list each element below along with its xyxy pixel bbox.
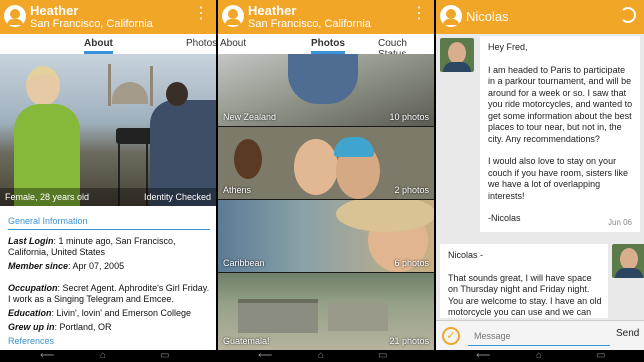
message-list: Hey Fred, I am headed to Paris to partic… — [436, 34, 644, 320]
general-info: General Information Last Login: 1 minute… — [0, 206, 216, 350]
recents-icon[interactable]: ▭ — [378, 351, 387, 361]
album-count: 2 photos — [394, 185, 429, 195]
info-row-grew-up: Grew up in: Portland, OR — [8, 322, 112, 332]
tab-bar: About Photos Couch Status — [218, 34, 434, 60]
back-icon[interactable]: ⟵ — [476, 351, 490, 361]
album-tile[interactable]: Guatemala! 21 photos — [218, 273, 434, 350]
info-row-last-login: Last Login: 1 minute ago, San Francisco,… — [8, 236, 176, 257]
compose-bar: ✓ Send — [436, 320, 644, 350]
refresh-icon[interactable] — [620, 7, 636, 23]
thread-title: Nicolas — [466, 9, 509, 24]
album-name: Guatemala! — [223, 336, 270, 346]
message-thread-panel: Nicolas Hey Fred, I am headed to Paris t… — [436, 0, 644, 350]
avatar[interactable] — [440, 38, 474, 72]
send-button[interactable]: Send — [616, 328, 639, 339]
back-icon[interactable]: ⟵ — [40, 351, 54, 361]
identity-badge: Identity Checked — [143, 192, 211, 202]
section-title: General Information — [8, 216, 210, 230]
profile-location: San Francisco, California — [30, 18, 153, 30]
person-icon[interactable] — [222, 5, 244, 27]
check-icon[interactable]: ✓ — [442, 327, 460, 345]
album-count: 10 photos — [389, 112, 429, 122]
recents-icon[interactable]: ▭ — [596, 351, 605, 361]
album-name: New Zealand — [223, 112, 277, 122]
profile-summary-bar: Female, 28 years old Identity Checked — [0, 188, 216, 206]
message-input[interactable] — [468, 326, 610, 346]
profile-location: San Francisco, California — [248, 18, 371, 30]
action-bar: Heather San Francisco, California ⋮ — [0, 0, 216, 34]
album-tile[interactable]: Athens 2 photos — [218, 127, 434, 199]
references-heading: References — [8, 336, 55, 346]
message-bubble: Nicolas - That sounds great, I will have… — [440, 244, 608, 318]
album-name: Caribbean — [223, 258, 265, 268]
album-count: 21 photos — [389, 336, 429, 346]
info-row-occupation: Occupation: Secret Agent. Aphrodite's Gi… — [8, 283, 210, 304]
tab-bar: About Photos — [0, 34, 216, 54]
album-name: Athens — [223, 185, 252, 195]
profile-photo[interactable]: Female, 28 years old Identity Checked — [0, 54, 216, 206]
home-icon[interactable]: ⌂ — [318, 351, 324, 361]
album-count: 6 photos — [394, 258, 429, 268]
photos-panel: Heather San Francisco, California ⋮ Abou… — [218, 0, 434, 350]
message-date: Jun 06 — [607, 217, 632, 227]
system-nav-bar: ⟵ ⌂ ▭ ⟵ ⌂ ▭ ⟵ ⌂ ▭ — [0, 350, 644, 362]
person-icon[interactable] — [4, 5, 26, 27]
action-bar: Nicolas — [436, 0, 644, 34]
tab-about[interactable]: About — [220, 38, 246, 49]
info-row-member-since: Member since: Apr 07, 2005 — [8, 261, 125, 271]
gender-age: Female, 28 years old — [5, 192, 90, 202]
tab-photos[interactable]: Photos — [311, 38, 345, 54]
overflow-menu-icon[interactable]: ⋮ — [193, 6, 209, 22]
recents-icon[interactable]: ▭ — [160, 351, 169, 361]
back-icon[interactable]: ⟵ — [258, 351, 272, 361]
tab-photos[interactable]: Photos — [186, 38, 216, 49]
info-row-education: Education: Livin', lovin' and Emerson Co… — [8, 308, 192, 318]
album-tile[interactable]: New Zealand 10 photos — [218, 54, 434, 126]
action-bar: Heather San Francisco, California ⋮ — [218, 0, 434, 34]
message-bubble: Hey Fred, I am headed to Paris to partic… — [480, 36, 640, 232]
album-tile[interactable]: Caribbean 6 photos — [218, 200, 434, 272]
person-icon[interactable] — [440, 5, 462, 27]
home-icon[interactable]: ⌂ — [100, 351, 106, 361]
profile-name: Heather — [248, 3, 297, 18]
tab-about[interactable]: About — [84, 38, 113, 54]
overflow-menu-icon[interactable]: ⋮ — [411, 6, 427, 22]
home-icon[interactable]: ⌂ — [536, 351, 542, 361]
profile-name: Heather — [30, 3, 79, 18]
avatar[interactable] — [612, 244, 644, 278]
about-panel: Heather San Francisco, California ⋮ Abou… — [0, 0, 216, 350]
